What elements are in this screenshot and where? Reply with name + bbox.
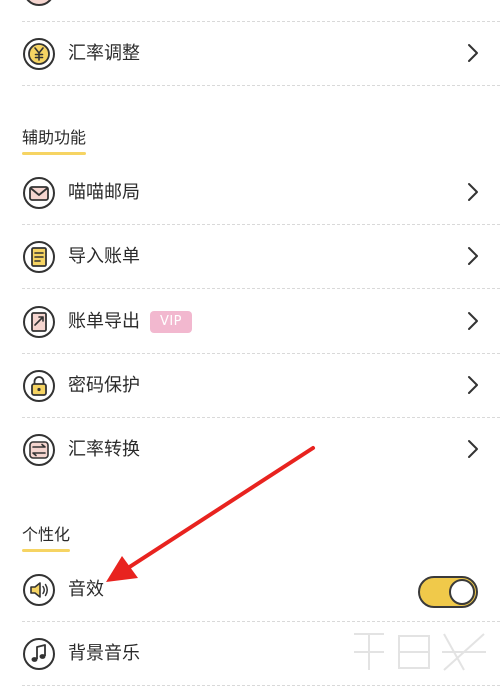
watermark-graphic (354, 633, 486, 671)
annotation-arrow (106, 446, 315, 582)
